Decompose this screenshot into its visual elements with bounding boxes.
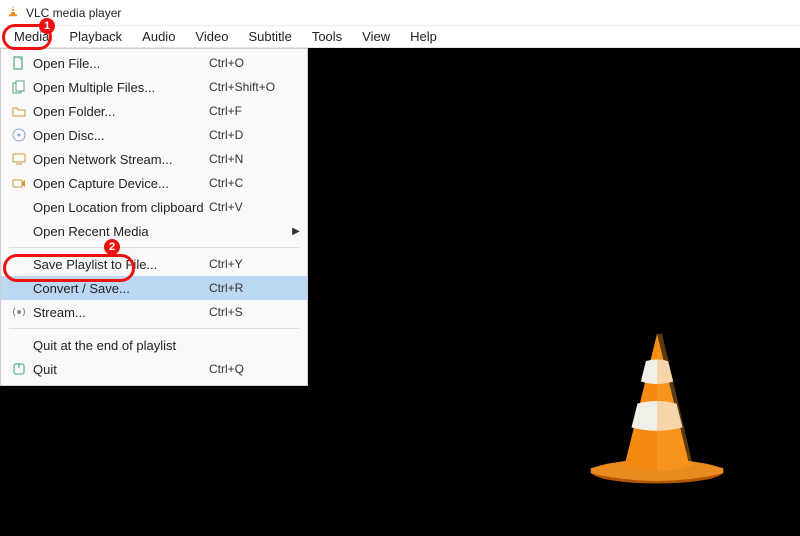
menu-item-stream[interactable]: Stream... Ctrl+S	[1, 300, 307, 324]
menu-item-open-file[interactable]: Open File... Ctrl+O	[1, 51, 307, 75]
media-menu-dropdown: Open File... Ctrl+O Open Multiple Files.…	[0, 48, 308, 386]
vlc-cone-icon	[6, 4, 20, 21]
menu-item-open-capture-device[interactable]: Open Capture Device... Ctrl+C	[1, 171, 307, 195]
menu-tools[interactable]: Tools	[302, 27, 352, 46]
network-icon	[5, 151, 33, 167]
menu-separator	[9, 247, 299, 248]
menu-media[interactable]: Media	[4, 27, 59, 46]
menu-item-open-network-stream[interactable]: Open Network Stream... Ctrl+N	[1, 147, 307, 171]
file-icon	[5, 55, 33, 71]
menu-subtitle[interactable]: Subtitle	[238, 27, 301, 46]
menu-playback[interactable]: Playback	[59, 27, 132, 46]
menubar: Media Playback Audio Video Subtitle Tool…	[0, 26, 800, 48]
stream-icon	[5, 304, 33, 320]
menu-video[interactable]: Video	[185, 27, 238, 46]
menu-item-quit-end-playlist[interactable]: Quit at the end of playlist	[1, 333, 307, 357]
files-icon	[5, 79, 33, 95]
menu-item-open-location-clipboard[interactable]: Open Location from clipboard Ctrl+V	[1, 195, 307, 219]
capture-icon	[5, 175, 33, 191]
menu-item-save-playlist[interactable]: Save Playlist to File... Ctrl+Y	[1, 252, 307, 276]
menu-audio[interactable]: Audio	[132, 27, 185, 46]
submenu-arrow-icon: ▶	[289, 226, 303, 237]
titlebar: VLC media player	[0, 0, 800, 26]
window-title: VLC media player	[26, 6, 121, 20]
menu-item-convert-save[interactable]: Convert / Save... Ctrl+R	[1, 276, 307, 300]
menu-item-open-folder[interactable]: Open Folder... Ctrl+F	[1, 99, 307, 123]
quit-icon	[5, 361, 33, 377]
folder-icon	[5, 103, 33, 119]
menu-item-open-recent-media[interactable]: Open Recent Media ▶	[1, 219, 307, 243]
menu-item-open-multiple-files[interactable]: Open Multiple Files... Ctrl+Shift+O	[1, 75, 307, 99]
menu-item-open-disc[interactable]: Open Disc... Ctrl+D	[1, 123, 307, 147]
vlc-cone-logo-icon	[572, 322, 742, 492]
menu-help[interactable]: Help	[400, 27, 447, 46]
menu-separator	[9, 328, 299, 329]
disc-icon	[5, 127, 33, 143]
menu-item-quit[interactable]: Quit Ctrl+Q	[1, 357, 307, 381]
menu-view[interactable]: View	[352, 27, 400, 46]
